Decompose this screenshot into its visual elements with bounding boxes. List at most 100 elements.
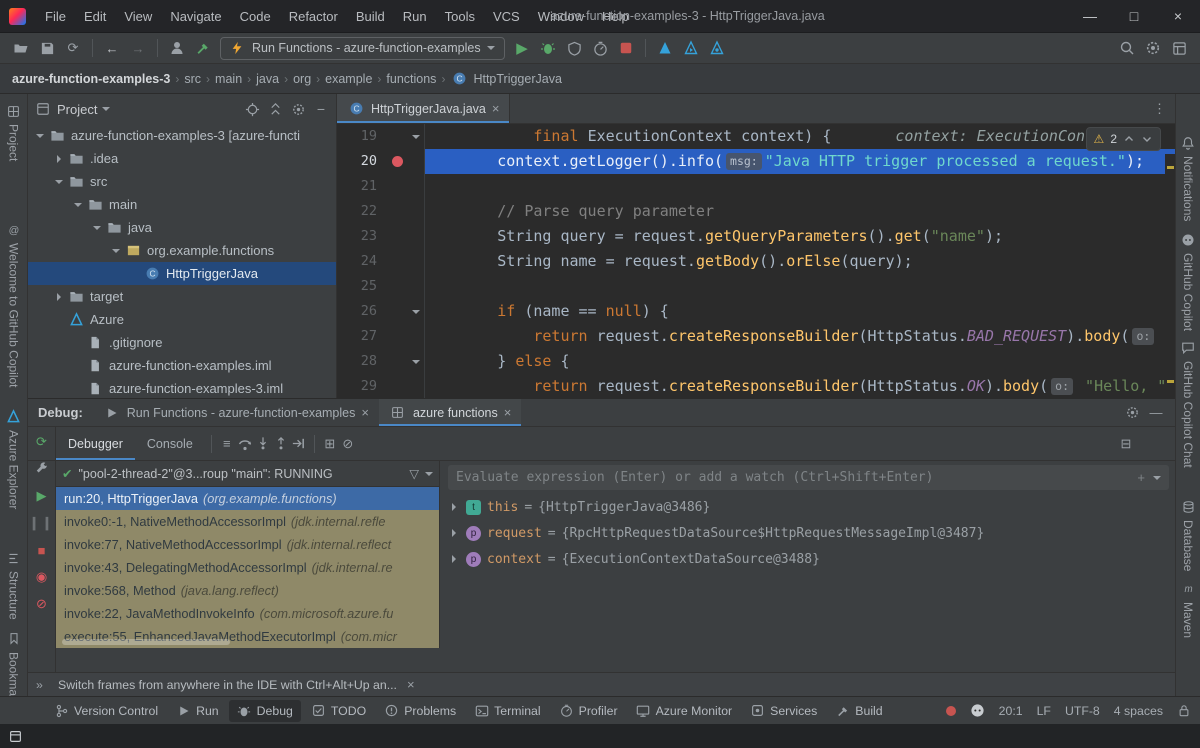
breadcrumb-item-azure-function-examples-3[interactable]: azure-function-examples-3 bbox=[12, 72, 170, 86]
minimize-panel-icon[interactable]: — bbox=[1147, 404, 1165, 422]
layout-windows-icon[interactable] bbox=[1166, 36, 1192, 60]
mute-breakpoints-icon[interactable]: ⊘ bbox=[339, 435, 357, 453]
breadcrumb-item-example[interactable]: example bbox=[325, 72, 372, 86]
tree-item-org-example-functions[interactable]: org.example.functions bbox=[28, 239, 336, 262]
run-configuration-select[interactable]: Run Functions - azure-function-examples bbox=[220, 37, 505, 60]
menu-navigate[interactable]: Navigate bbox=[161, 0, 230, 32]
profiler-icon[interactable] bbox=[587, 36, 613, 60]
menu-build[interactable]: Build bbox=[347, 0, 394, 32]
step-over-icon[interactable] bbox=[236, 435, 254, 453]
hint-close-icon[interactable]: × bbox=[407, 677, 415, 692]
tab-close-icon[interactable]: × bbox=[504, 405, 512, 420]
code-line-26[interactable]: 26 if (name == null) { bbox=[337, 299, 1175, 324]
sync-icon[interactable]: ⟳ bbox=[60, 36, 86, 60]
tool-stripe-maven[interactable]: mMaven bbox=[1179, 580, 1197, 638]
debug-tab-run-functions-azure-function-examples[interactable]: Run Functions - azure-function-examples× bbox=[93, 399, 379, 426]
collapse-all-icon[interactable] bbox=[266, 100, 284, 118]
tool-stripe-structure[interactable]: Structure bbox=[5, 549, 23, 620]
frame-row[interactable]: invoke:568, Method(java.lang.reflect) bbox=[56, 579, 439, 602]
add-watch-plus-icon[interactable]: + bbox=[1137, 470, 1145, 485]
thread-dropdown-icon[interactable] bbox=[425, 472, 433, 480]
tool-stripe-github-copilot[interactable]: GitHub Copilot bbox=[1179, 231, 1197, 331]
frames-horizontal-scrollbar[interactable] bbox=[62, 639, 230, 645]
more-chevrons-icon[interactable]: » bbox=[36, 678, 43, 692]
menu-view[interactable]: View bbox=[115, 0, 161, 32]
save-icon[interactable] bbox=[34, 36, 60, 60]
debug-config-wrench-icon[interactable] bbox=[33, 460, 51, 478]
open-folder-icon[interactable] bbox=[8, 36, 34, 60]
editor-options-kebab-icon[interactable]: ⋮ bbox=[1153, 101, 1167, 117]
caret-position[interactable]: 20:1 bbox=[999, 704, 1023, 718]
status-button-debug[interactable]: Debug bbox=[229, 700, 301, 722]
fold-marker-icon[interactable] bbox=[412, 310, 420, 318]
run-to-cursor-icon[interactable] bbox=[290, 435, 308, 453]
breadcrumb-item-main[interactable]: main bbox=[215, 72, 242, 86]
status-button-todo[interactable]: TODO bbox=[303, 700, 374, 722]
prev-issue-icon[interactable] bbox=[1123, 130, 1135, 148]
frame-row[interactable]: invoke:43, DelegatingMethodAccessorImpl(… bbox=[56, 556, 439, 579]
breakpoints-list-icon[interactable]: ◉ bbox=[33, 568, 51, 586]
tree-item-idea[interactable]: .idea bbox=[28, 147, 336, 170]
indent-setting[interactable]: 4 spaces bbox=[1114, 704, 1163, 718]
layout-settings-icon[interactable]: ⊟ bbox=[1117, 435, 1135, 453]
tree-toggle-icon[interactable] bbox=[34, 129, 48, 143]
azure-run-function-icon[interactable] bbox=[678, 36, 704, 60]
variable-row-context[interactable]: pcontext = {ExecutionContextDataSource@3… bbox=[442, 546, 1175, 572]
close-icon[interactable]: × bbox=[1156, 0, 1200, 32]
step-into-icon[interactable] bbox=[254, 435, 272, 453]
debug-settings-gear-icon[interactable] bbox=[1123, 404, 1141, 422]
resume-icon[interactable]: ▶ bbox=[33, 487, 51, 505]
step-out-icon[interactable] bbox=[272, 435, 290, 453]
menu-file[interactable]: File bbox=[36, 0, 75, 32]
expand-chevron-icon[interactable] bbox=[452, 503, 460, 511]
view-tab-debugger[interactable]: Debugger bbox=[56, 427, 135, 460]
evaluate-input[interactable] bbox=[456, 470, 1129, 485]
azure-settings-icon[interactable] bbox=[704, 36, 730, 60]
code-line-28[interactable]: 28 } else { bbox=[337, 349, 1175, 374]
inspection-widget[interactable]: ⚠ 2 bbox=[1086, 127, 1161, 151]
run-icon[interactable]: ▶ bbox=[509, 36, 535, 60]
menu-refactor[interactable]: Refactor bbox=[280, 0, 347, 32]
code-line-19[interactable]: 19 final ExecutionContext context) {cont… bbox=[337, 124, 1175, 149]
tree-toggle-icon[interactable] bbox=[91, 221, 105, 235]
variable-row-request[interactable]: prequest = {RpcHttpRequestDataSource$Htt… bbox=[442, 520, 1175, 546]
breakpoint-icon[interactable] bbox=[392, 156, 403, 167]
status-button-profiler[interactable]: Profiler bbox=[551, 700, 626, 722]
tree-item-httptriggerjava[interactable]: CHttpTriggerJava bbox=[28, 262, 336, 285]
status-button-run[interactable]: Run bbox=[168, 700, 227, 722]
file-encoding[interactable]: UTF-8 bbox=[1065, 704, 1100, 718]
minimize-icon[interactable]: — bbox=[1068, 0, 1112, 32]
mute-all-breakpoints-icon[interactable]: ⊘ bbox=[33, 595, 51, 613]
breadcrumb-item-httptriggerjava[interactable]: CHttpTriggerJava bbox=[450, 70, 561, 88]
menu-code[interactable]: Code bbox=[231, 0, 280, 32]
tab-close-icon[interactable]: × bbox=[361, 405, 369, 420]
tool-stripe-github-copilot-chat[interactable]: GitHub Copilot Chat bbox=[1179, 339, 1197, 468]
tree-toggle-icon[interactable] bbox=[53, 175, 67, 189]
evaluate-dropdown-icon[interactable] bbox=[1153, 476, 1161, 484]
breadcrumb-item-functions[interactable]: functions bbox=[386, 72, 436, 86]
fold-marker-icon[interactable] bbox=[412, 135, 420, 143]
menu-run[interactable]: Run bbox=[394, 0, 436, 32]
tree-item-azure-function-examples-iml[interactable]: azure-function-examples.iml bbox=[28, 354, 336, 377]
frame-row[interactable]: invoke0:-1, NativeMethodAccessorImpl(jdk… bbox=[56, 510, 439, 533]
rerun-icon[interactable]: ⟳ bbox=[33, 433, 51, 451]
expand-chevron-icon[interactable] bbox=[452, 555, 460, 563]
user-profile-icon[interactable] bbox=[164, 36, 190, 60]
tree-toggle-icon[interactable] bbox=[110, 244, 124, 258]
tree-toggle-icon[interactable] bbox=[53, 152, 67, 166]
view-tab-console[interactable]: Console bbox=[135, 427, 205, 460]
status-button-build[interactable]: Build bbox=[827, 700, 890, 722]
code-line-29[interactable]: 29 return request.createResponseBuilder(… bbox=[337, 374, 1175, 398]
debug-icon[interactable] bbox=[535, 36, 561, 60]
tool-stripe-database[interactable]: Database bbox=[1179, 498, 1197, 571]
stop-debug-icon[interactable]: ■ bbox=[33, 541, 51, 559]
filter-funnel-icon[interactable]: ▽ bbox=[409, 466, 419, 481]
forward-icon[interactable]: → bbox=[125, 36, 151, 60]
code-line-21[interactable]: 21 bbox=[337, 174, 1175, 199]
menu-vcs[interactable]: VCS bbox=[484, 0, 529, 32]
code-line-24[interactable]: 24 String name = request.getBody().orEls… bbox=[337, 249, 1175, 274]
status-button-azure-monitor[interactable]: Azure Monitor bbox=[628, 700, 741, 722]
status-button-services[interactable]: Services bbox=[742, 700, 825, 722]
tree-toggle-icon[interactable] bbox=[72, 198, 86, 212]
stop-icon[interactable] bbox=[613, 36, 639, 60]
